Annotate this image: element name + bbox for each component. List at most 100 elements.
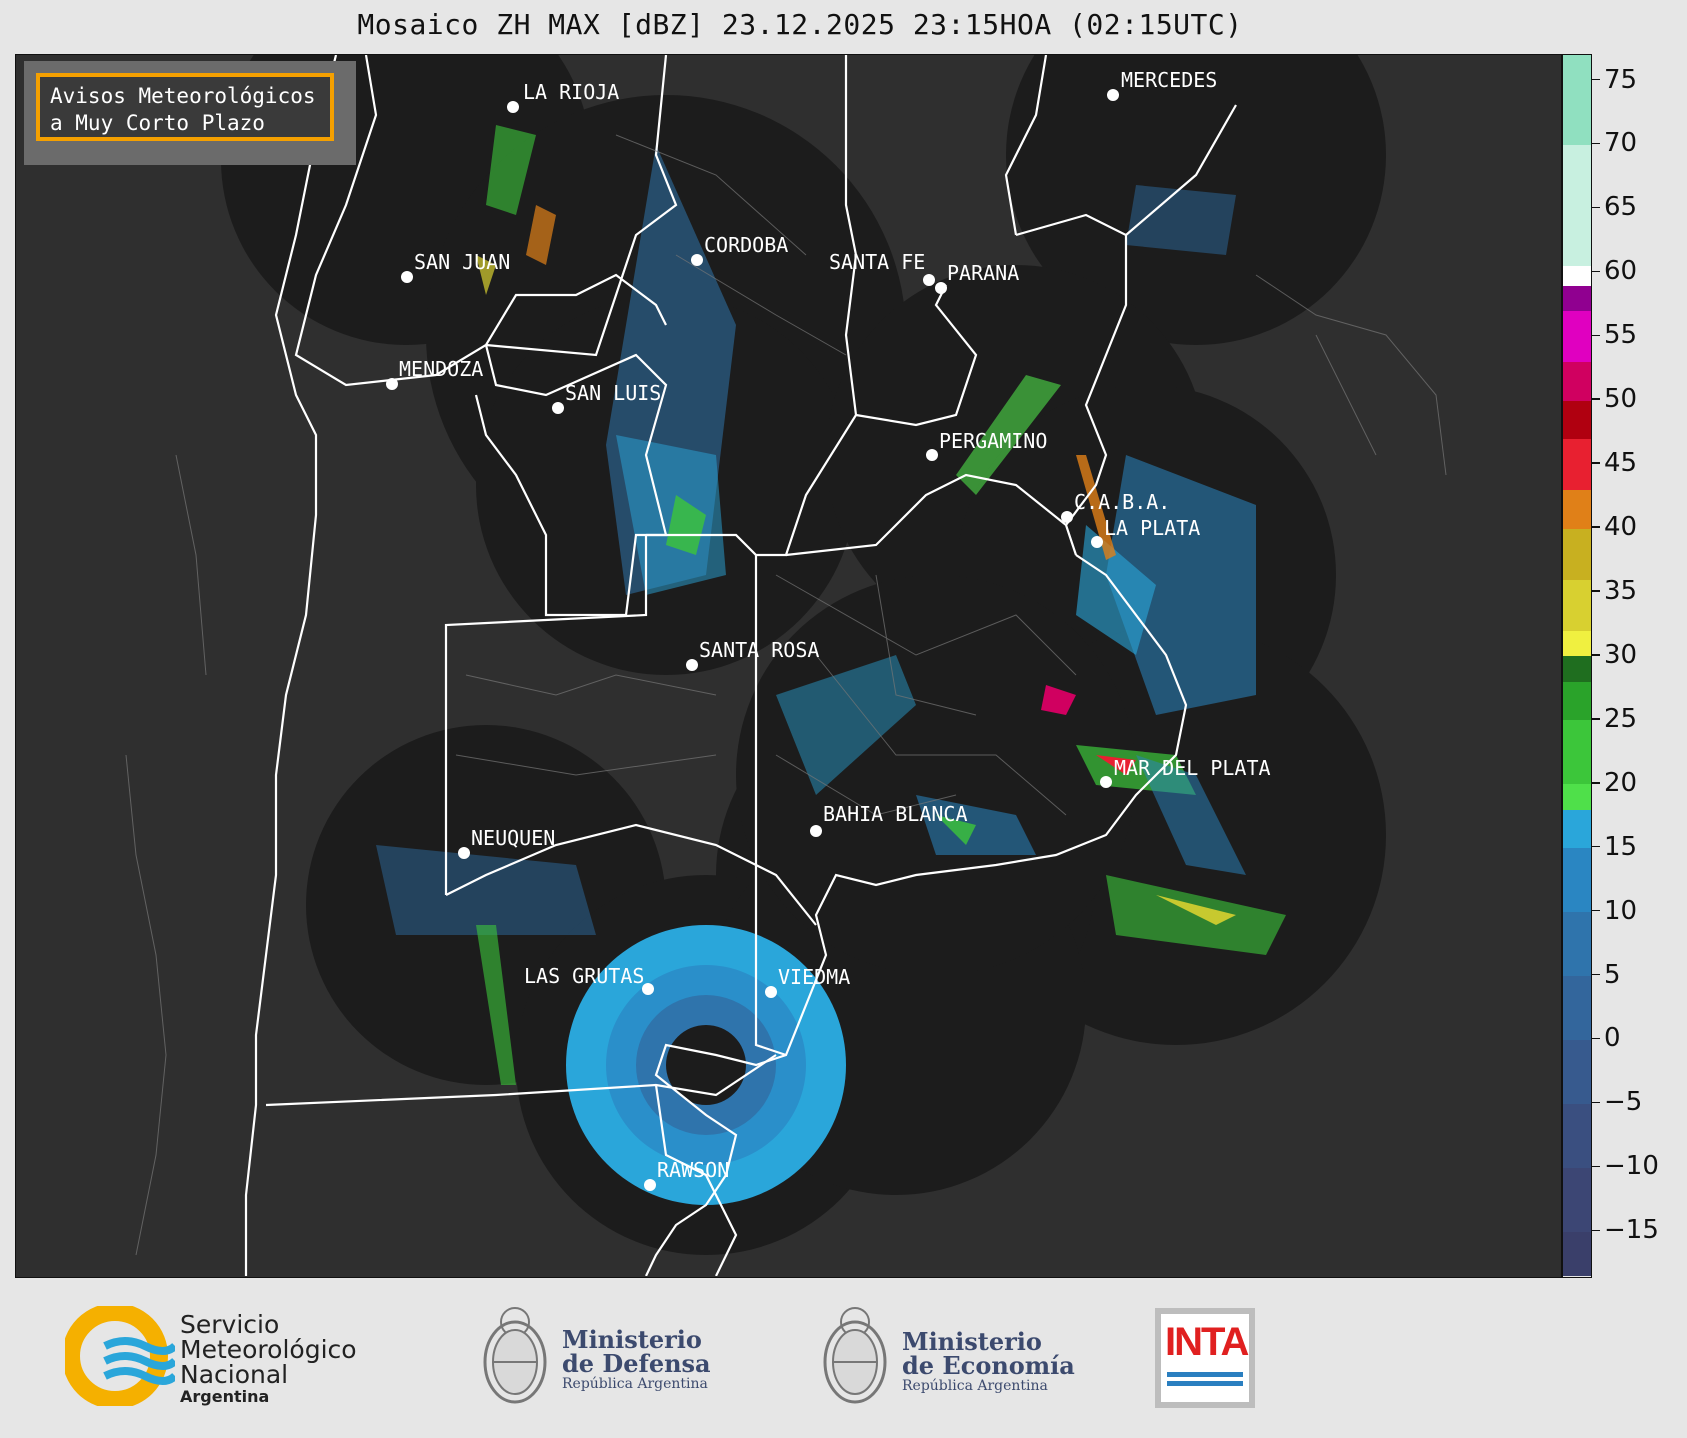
colorbar-tick-label: 20: [1604, 767, 1638, 798]
city-label-santa-rosa: SANTA ROSA: [699, 638, 819, 662]
smn-logo: Servicio Meteorológico Nacional Argentin…: [65, 1306, 385, 1406]
inta-wordmark: INTA: [1165, 1320, 1249, 1364]
colorbar-band: [1563, 783, 1591, 810]
colorbar-tick: [1592, 270, 1600, 273]
colorbar-band: [1563, 438, 1591, 491]
city-dot-bahia-blanca: [810, 825, 822, 837]
colorbar-tick: [1592, 334, 1600, 337]
colorbar-band: [1563, 911, 1591, 977]
city-dot-san-juan: [401, 271, 413, 283]
colorbar-tick-label: 55: [1604, 320, 1638, 351]
colorbar-tick: [1592, 526, 1600, 528]
city-dot-santa-rosa: [686, 659, 698, 671]
legend-inner: Avisos Meteorológicos a Muy Corto Plazo: [36, 73, 334, 141]
colorbar-band: [1563, 975, 1591, 1040]
smn-name-line-3: Nacional: [180, 1360, 289, 1389]
colorbar-band: [1563, 681, 1591, 721]
colorbar-tick-label: −15: [1604, 1215, 1659, 1246]
colorbar-tick-label: 50: [1604, 384, 1638, 415]
colorbar: [1562, 54, 1592, 1278]
city-label-mercedes: MERCEDES: [1121, 68, 1217, 92]
city-label-viedma: VIEDMA: [778, 965, 850, 989]
legend-line-1: Avisos Meteorológicos: [50, 84, 316, 108]
colorbar-tick: [1592, 1101, 1600, 1104]
colorbar-band: [1563, 285, 1591, 312]
city-label-la-rioja: LA RIOJA: [523, 80, 619, 104]
colorbar-tick-label: 60: [1604, 256, 1638, 287]
radar-map-canvas: LA RIOJA CORDOBA SAN JUAN MENDOZA SAN LU…: [125, 55, 1447, 1276]
colorbar-tick: [1592, 206, 1600, 209]
colorbar-tick: [1592, 142, 1600, 145]
smn-country: Argentina: [180, 1387, 270, 1406]
colorbar-tick: [1592, 845, 1600, 848]
defensa-title-2: de Defensa: [562, 1349, 711, 1378]
smn-emblem-icon: [65, 1306, 175, 1406]
colorbar-tick-label: 10: [1604, 895, 1638, 926]
economia-subtitle: República Argentina: [902, 1378, 1048, 1394]
colorbar-tick-label: 30: [1604, 639, 1638, 670]
city-dot-santa-fe: [923, 274, 935, 286]
ministerio-defensa-logo: Ministerio de Defensa República Argentin…: [480, 1300, 720, 1420]
colorbar-band: [1563, 1167, 1591, 1232]
colorbar-band: [1563, 847, 1591, 913]
colorbar-tick-label: 70: [1604, 128, 1638, 159]
colorbar-band: [1563, 400, 1591, 440]
city-label-san-luis: SAN LUIS: [565, 381, 661, 405]
footer-logos: Servicio Meteorológico Nacional Argentin…: [0, 1282, 1687, 1438]
city-label-san-juan: SAN JUAN: [414, 250, 510, 274]
colorbar-band: [1563, 489, 1591, 529]
radar-map[interactable]: LA RIOJA CORDOBA SAN JUAN MENDOZA SAN LU…: [15, 54, 1562, 1278]
ministerio-economia-logo: Ministerio de Economía República Argenti…: [820, 1300, 1080, 1420]
colorbar-tick-label: 75: [1604, 64, 1638, 95]
colorbar-band: [1563, 361, 1591, 401]
city-dot-viedma: [765, 986, 777, 998]
city-dot-san-luis: [552, 402, 564, 414]
city-label-santa-fe: SANTA FE: [829, 250, 925, 274]
city-dot-la-plata: [1091, 536, 1103, 548]
city-label-cordoba: CORDOBA: [704, 233, 788, 257]
colorbar-tick: [1592, 909, 1600, 912]
colorbar-tick-label: 65: [1604, 192, 1638, 223]
colorbar-tick-label: 45: [1604, 448, 1638, 479]
colorbar-tick: [1592, 1037, 1600, 1040]
city-dot-mercedes: [1107, 89, 1119, 101]
colorbar-tick: [1592, 462, 1600, 464]
colorbar-band: [1563, 528, 1591, 580]
city-label-neuquen: NEUQUEN: [471, 826, 555, 850]
colorbar-tick-label: −10: [1604, 1151, 1659, 1182]
smn-name-line-2: Meteorológico: [180, 1335, 357, 1364]
colorbar-tick: [1592, 654, 1600, 656]
colorbar-band: [1563, 630, 1591, 657]
colorbar-band: [1563, 310, 1591, 363]
colorbar-tick: [1592, 782, 1600, 784]
city-dot-rawson: [644, 1179, 656, 1191]
colorbar-tick: [1592, 1229, 1600, 1231]
economia-title-2: de Economía: [902, 1351, 1075, 1380]
colorbar-tick-label: 25: [1604, 703, 1638, 734]
colorbar-band: [1563, 265, 1591, 286]
colorbar-tick-label: 15: [1604, 831, 1638, 862]
city-label-mar-del-plata: MAR DEL PLATA: [1114, 756, 1271, 780]
city-label-caba: C.A.B.A.: [1074, 490, 1170, 514]
city-label-rawson: RAWSON: [657, 1158, 729, 1182]
colorbar-tick-label: −5: [1604, 1087, 1643, 1118]
colorbar-tick: [1592, 590, 1600, 592]
coverage-center: [736, 575, 1136, 975]
city-dot-la-rioja: [507, 101, 519, 113]
colorbar-tick: [1592, 973, 1600, 976]
city-dot-mendoza: [386, 378, 398, 390]
inta-logo: INTA: [1155, 1308, 1255, 1408]
city-dot-parana: [935, 282, 947, 294]
city-label-bahia-blanca: BAHIA BLANCA: [823, 802, 968, 826]
national-shield-icon: [483, 1307, 547, 1404]
city-dot-pergamino: [926, 449, 938, 461]
colorbar-tick-label: 35: [1604, 575, 1638, 606]
smn-name-line-1: Servicio: [180, 1310, 280, 1339]
colorbar-band: [1563, 144, 1591, 267]
map-title: Mosaico ZH MAX [dBZ] 23.12.2025 23:15HOA…: [357, 8, 1243, 41]
colorbar-band: [1563, 655, 1591, 682]
colorbar-band: [1563, 1039, 1591, 1104]
city-label-parana: PARANA: [947, 261, 1019, 285]
colorbar-band: [1563, 719, 1591, 785]
defensa-subtitle: República Argentina: [562, 1376, 708, 1392]
